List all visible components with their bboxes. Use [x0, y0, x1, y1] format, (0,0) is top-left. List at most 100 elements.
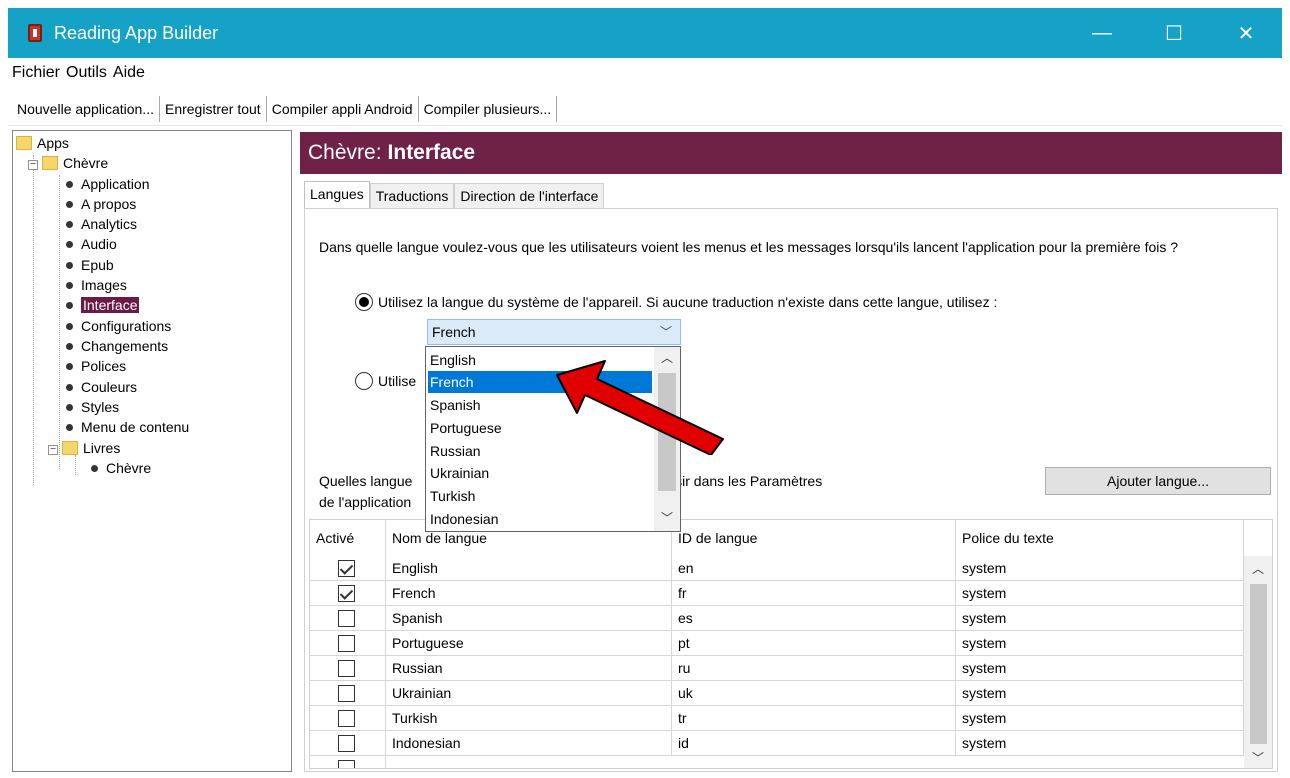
table-row[interactable]: Turkish tr system — [310, 706, 1244, 731]
chevron-down-icon[interactable]: ﹀ — [654, 509, 680, 529]
bullet-icon — [66, 404, 73, 411]
tree-item-analytics[interactable]: Analytics — [66, 214, 137, 234]
font-cell[interactable]: system — [956, 731, 1244, 756]
tree-item-epub[interactable]: Epub — [66, 255, 114, 275]
table-row[interactable]: English en system — [310, 556, 1244, 581]
column-header-id[interactable]: ID de langue — [672, 520, 956, 556]
tree-item-application[interactable]: Application — [66, 174, 150, 194]
active-checkbox[interactable] — [338, 560, 355, 577]
window-title: Reading App Builder — [54, 22, 219, 43]
active-checkbox[interactable] — [338, 585, 355, 602]
table-row[interactable]: Spanish es system — [310, 606, 1244, 631]
tree-item-changements[interactable]: Changements — [66, 336, 168, 356]
fallback-language-select[interactable]: French ﹀ — [427, 319, 681, 345]
font-cell[interactable]: system — [956, 606, 1244, 631]
column-header-active[interactable]: Activé — [310, 520, 386, 556]
collapse-icon[interactable]: − — [48, 445, 58, 455]
font-cell[interactable]: system — [956, 581, 1244, 606]
table-scrollbar[interactable]: ︿ ﹀ — [1244, 556, 1272, 768]
language-id-cell[interactable]: ru — [672, 656, 956, 681]
table-row[interactable] — [310, 756, 1244, 768]
language-id-cell[interactable]: id — [672, 731, 956, 756]
language-name-cell[interactable]: Turkish — [386, 706, 672, 731]
language-id-cell[interactable]: en — [672, 556, 956, 581]
table-row[interactable]: Indonesian id system — [310, 731, 1244, 756]
font-cell[interactable]: system — [956, 631, 1244, 656]
tree-item-apps[interactable]: Apps — [16, 133, 69, 153]
radio-specific-language[interactable] — [355, 372, 373, 390]
tree-item-menu-de-contenu[interactable]: Menu de contenu — [66, 417, 189, 437]
active-checkbox[interactable] — [338, 735, 355, 752]
system-language-option[interactable]: Utilisez la langue du système de l'appar… — [355, 293, 997, 311]
chevron-down-icon[interactable]: ﹀ — [1244, 749, 1272, 766]
tree-item-livres[interactable]: − Livres — [48, 438, 120, 458]
tree-item-polices[interactable]: Polices — [66, 356, 126, 376]
active-checkbox[interactable] — [338, 635, 355, 652]
chevron-up-icon[interactable]: ︿ — [1244, 560, 1272, 577]
bullet-icon — [66, 282, 73, 289]
tree-item-interface[interactable]: Interface — [66, 295, 140, 315]
language-name-cell[interactable]: Ukrainian — [386, 681, 672, 706]
menu-outils[interactable]: Outils — [66, 64, 107, 82]
tab-langues[interactable]: Langues — [304, 181, 370, 209]
save-all-button[interactable]: Enregistrer tout — [160, 95, 267, 122]
radio-system-language[interactable] — [355, 293, 373, 311]
dropdown-option-indonesian[interactable]: Indonesian — [428, 508, 652, 530]
languages-table: Activé Nom de langue ID de langue Police… — [309, 519, 1273, 769]
build-multiple-button[interactable]: Compiler plusieurs... — [419, 95, 558, 122]
tree-item-couleurs[interactable]: Couleurs — [66, 377, 137, 397]
language-id-cell[interactable]: uk — [672, 681, 956, 706]
font-cell[interactable]: system — [956, 681, 1244, 706]
close-button[interactable]: ✕ — [1210, 8, 1282, 58]
active-checkbox[interactable] — [338, 685, 355, 702]
font-cell[interactable]: system — [956, 556, 1244, 581]
tree-item-a-propos[interactable]: A propos — [66, 194, 136, 214]
bullet-icon — [66, 262, 73, 269]
menu-fichier[interactable]: Fichier — [12, 64, 60, 82]
scroll-thumb[interactable] — [1250, 584, 1267, 744]
tree-item-book-chevre[interactable]: Chèvre — [91, 458, 151, 478]
tab-traductions[interactable]: Traductions — [369, 183, 455, 209]
collapse-icon[interactable]: − — [28, 160, 38, 170]
active-cell — [310, 706, 386, 731]
language-id-cell[interactable]: tr — [672, 706, 956, 731]
language-name-cell[interactable]: Indonesian — [386, 731, 672, 756]
active-checkbox[interactable] — [338, 610, 355, 627]
language-name-cell[interactable]: Russian — [386, 656, 672, 681]
table-row[interactable]: French fr system — [310, 581, 1244, 606]
language-name-cell[interactable]: English — [386, 556, 672, 581]
column-header-font[interactable]: Police du texte — [956, 520, 1244, 556]
tree-item-images[interactable]: Images — [66, 275, 127, 295]
language-name-cell[interactable]: French — [386, 581, 672, 606]
specific-language-option[interactable]: Utilise — [355, 372, 416, 390]
font-cell[interactable]: system — [956, 656, 1244, 681]
dropdown-option-ukrainian[interactable]: Ukrainian — [428, 462, 652, 484]
add-language-button[interactable]: Ajouter langue... — [1045, 467, 1271, 495]
dropdown-option-turkish[interactable]: Turkish — [428, 485, 652, 507]
bullet-icon — [66, 302, 73, 309]
language-name-cell[interactable]: Spanish — [386, 606, 672, 631]
maximize-button[interactable]: ☐ — [1138, 8, 1210, 58]
font-cell[interactable]: system — [956, 706, 1244, 731]
tree-item-configurations[interactable]: Configurations — [66, 316, 171, 336]
active-checkbox[interactable] — [338, 710, 355, 727]
language-id-cell[interactable]: es — [672, 606, 956, 631]
tree-item-chevre[interactable]: − Chèvre — [28, 153, 108, 173]
app-tree[interactable]: Apps − Chèvre Application A propos Analyt… — [12, 130, 292, 772]
minimize-button[interactable]: — — [1066, 8, 1138, 58]
active-checkbox[interactable] — [338, 760, 355, 768]
table-row[interactable]: Portuguese pt system — [310, 631, 1244, 656]
tree-item-styles[interactable]: Styles — [66, 397, 119, 417]
menu-aide[interactable]: Aide — [113, 64, 145, 82]
tree-item-audio[interactable]: Audio — [66, 234, 117, 254]
table-row[interactable]: Russian ru system — [310, 656, 1244, 681]
table-row[interactable]: Ukrainian uk system — [310, 681, 1244, 706]
build-android-button[interactable]: Compiler appli Android — [267, 95, 419, 122]
language-id-cell[interactable]: fr — [672, 581, 956, 606]
new-app-button[interactable]: Nouvelle application... — [12, 95, 160, 122]
language-id-cell[interactable]: pt — [672, 631, 956, 656]
tab-direction[interactable]: Direction de l'interface — [454, 183, 605, 209]
option-label: Utilise — [378, 373, 417, 389]
active-checkbox[interactable] — [338, 660, 355, 677]
language-name-cell[interactable]: Portuguese — [386, 631, 672, 656]
